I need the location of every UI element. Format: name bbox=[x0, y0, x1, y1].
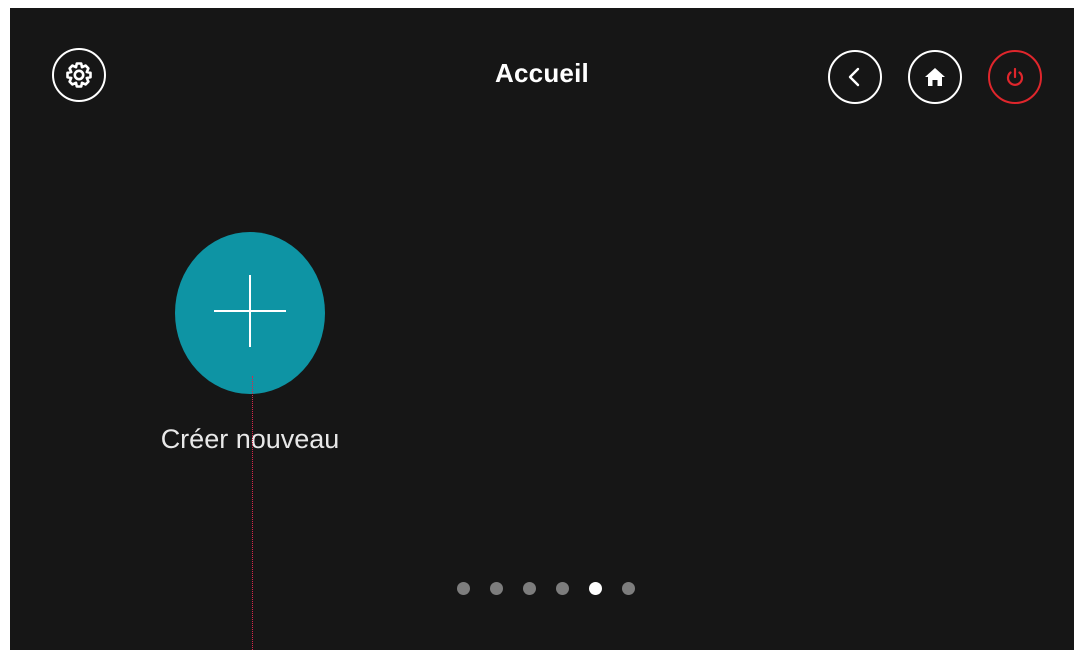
power-button[interactable] bbox=[988, 50, 1042, 104]
plus-icon bbox=[210, 271, 290, 356]
page-dot-5[interactable] bbox=[589, 582, 602, 595]
page-dot-3[interactable] bbox=[523, 582, 536, 595]
home-button[interactable] bbox=[908, 50, 962, 104]
page-dot-2[interactable] bbox=[490, 582, 503, 595]
app-screen: Accueil Créer nouveau bbox=[10, 8, 1074, 650]
touch-guide-line bbox=[252, 376, 253, 650]
create-new-button[interactable]: Créer nouveau bbox=[150, 232, 350, 472]
page-dot-6[interactable] bbox=[622, 582, 635, 595]
page-indicator bbox=[457, 582, 635, 595]
page-dot-4[interactable] bbox=[556, 582, 569, 595]
home-icon bbox=[922, 64, 948, 90]
power-icon bbox=[1002, 64, 1028, 90]
page-dot-1[interactable] bbox=[457, 582, 470, 595]
chevron-left-icon bbox=[842, 64, 868, 90]
create-new-label: Créer nouveau bbox=[160, 424, 340, 454]
create-new-circle[interactable] bbox=[175, 232, 325, 394]
back-button[interactable] bbox=[828, 50, 882, 104]
